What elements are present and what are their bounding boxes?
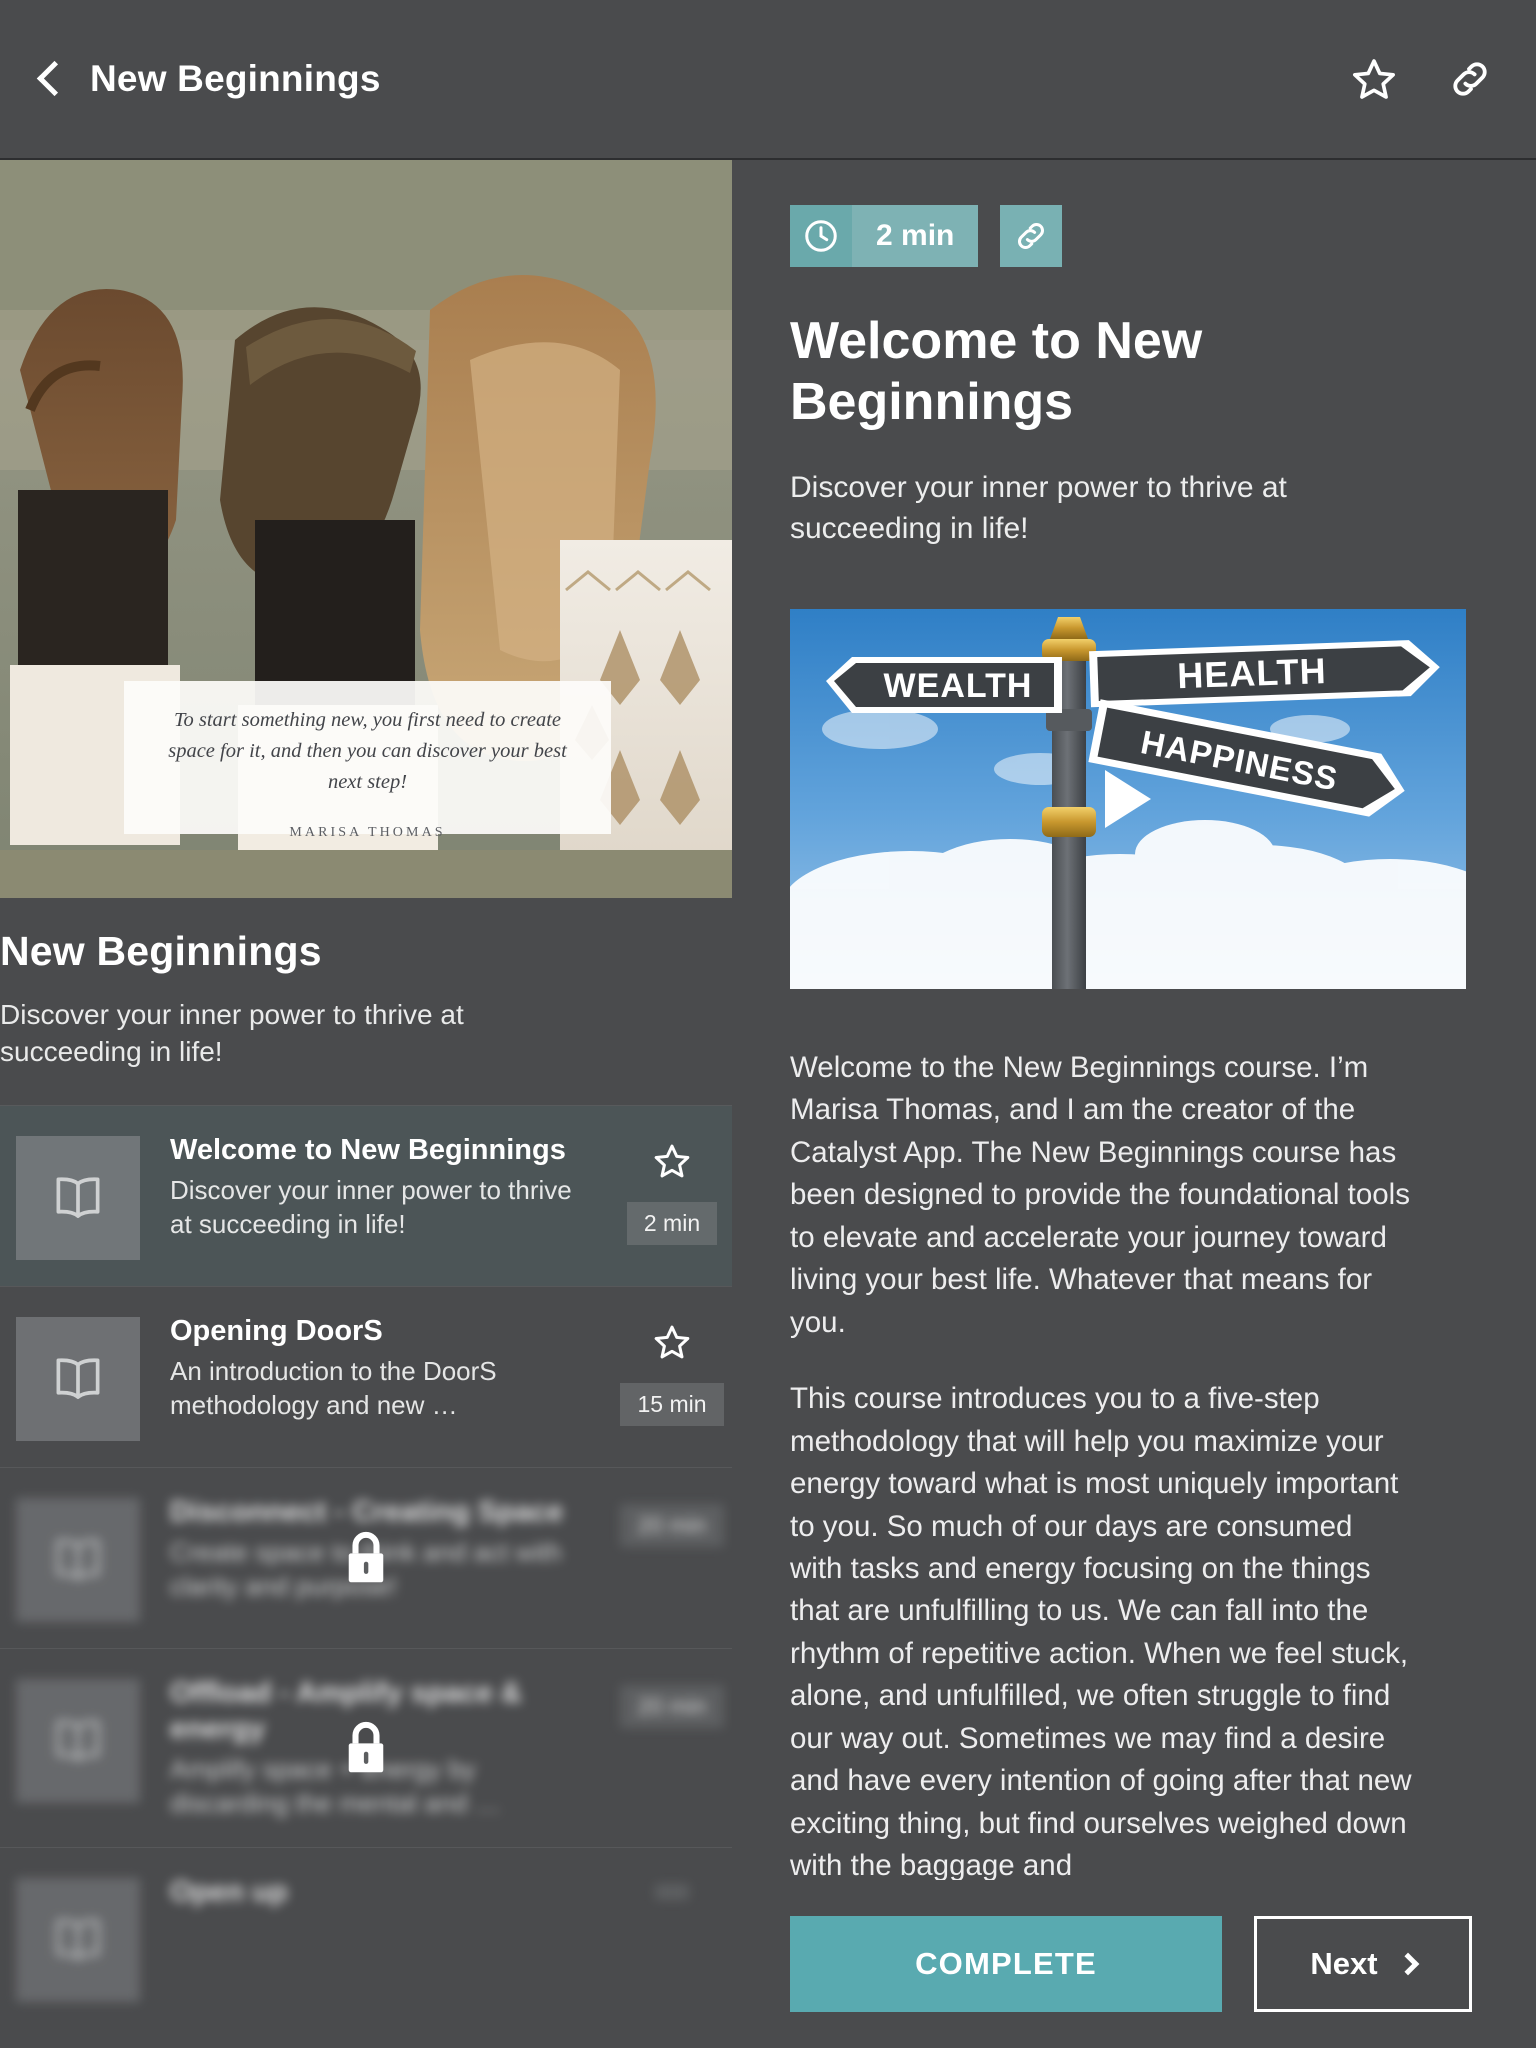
star-outline-icon [1353,59,1395,99]
clock-icon-box [790,205,852,267]
lesson-list-item-locked[interactable]: Offload - Amplify space & energy Amplify… [0,1647,732,1847]
lesson-thumbnail [16,1135,140,1260]
link-icon [1018,223,1045,249]
book-icon [56,1358,100,1399]
lesson-name: Open up [170,1876,288,1908]
hero-quote-text: To start something new, you first need t… [168,709,567,794]
lesson-duration-pill: 2 min [790,205,979,267]
lesson-name: Offload - Amplify space & energy [170,1676,522,1746]
lesson-duration-badge: 15 min [620,1382,724,1426]
lesson-thumbnail [16,1878,140,2002]
lesson-duration-badge: 2 min [626,1201,718,1245]
book-icon [56,1720,100,1761]
hero-quote-card: To start something new, you first need t… [124,681,611,840]
favorite-button[interactable] [1348,53,1400,105]
lesson-paragraph: Welcome to the New Beginnings course. I’… [790,1050,1410,1339]
link-icon [1453,62,1487,96]
complete-button[interactable]: COMPLETE [790,1916,1222,2012]
page-title: New Beginnings [90,58,381,99]
book-icon [56,1539,100,1580]
lesson-name: Welcome to New Beginnings [170,1133,566,1166]
next-button[interactable]: Next [1254,1916,1472,2012]
lesson-description: Discover your inner power to thrive at s… [170,1175,572,1239]
top-app-bar: New Beginnings [0,0,1536,160]
lesson-list-item[interactable]: Opening DoorS An introduction to the Doo… [0,1285,732,1467]
course-sidebar[interactable]: To start something new, you first need t… [0,160,732,2048]
course-summary: New Beginnings Discover your inner power… [0,898,732,1071]
back-button[interactable] [34,56,68,102]
lesson-list-item[interactable]: Welcome to New Beginnings Discover your … [0,1104,732,1286]
content-area: To start something new, you first need t… [0,160,1536,2048]
lesson-thumbnail [16,1497,140,1622]
lesson-duration-value: 2 min [852,205,979,267]
book-icon [56,1919,100,1961]
lesson-paragraph: This course introduces you to a five-ste… [790,1382,1412,1883]
lesson-list: Welcome to New Beginnings Discover your … [0,1104,732,2028]
lesson-duration-badge [655,1884,689,1900]
sign-health-label: HEALTH [1177,650,1328,696]
lesson-duration-badge: 20 min [620,1503,724,1547]
play-icon[interactable] [1105,769,1151,828]
lesson-list-item-locked[interactable]: Open up [0,1847,732,2028]
course-title: New Beginnings [0,928,322,974]
lesson-description: Amplify space + energy by discarding the… [170,1754,501,1819]
lesson-lede: Discover your inner power to thrive at s… [790,470,1287,545]
lesson-list-item-locked[interactable]: Disconnect - Creating Space Create space… [0,1466,732,1648]
lesson-detail-pane: 2 min Welcome to New Beginnings Discover… [732,160,1536,2048]
lesson-thumbnail [16,1678,140,1803]
hero-quote-author: MARISA THOMAS [289,825,446,841]
course-subtitle: Discover your inner power to thrive at s… [0,999,464,1067]
lesson-body: Welcome to the New Beginnings course. I’… [790,1047,1412,1888]
top-bar-actions [1348,53,1496,105]
next-button-label: Next [1310,1946,1378,1981]
share-link-button[interactable] [1444,53,1496,105]
lesson-description: Create space to think and act with clari… [170,1537,562,1601]
course-hero-image: To start something new, you first need t… [0,160,732,898]
lesson-thumbnail [16,1316,140,1441]
lesson-name: Opening DoorS [170,1314,383,1347]
sign-wealth-label: WEALTH [884,667,1033,705]
lesson-share-button[interactable] [1000,205,1063,267]
lesson-duration-badge: 20 min [620,1684,724,1728]
book-icon [56,1177,100,1218]
course-lesson-screen: New Beginnings To start something new, y… [0,0,1536,2048]
star-outline-icon[interactable] [652,1323,692,1361]
star-outline-icon[interactable] [652,1142,692,1180]
lesson-name: Disconnect - Creating Space [170,1495,564,1528]
lesson-description: An introduction to the DoorS methodology… [170,1356,497,1420]
lesson-title: Welcome to New Beginnings [790,312,1203,431]
chevron-right-icon [1396,1952,1419,1976]
lesson-meta-row: 2 min [790,205,1484,267]
lesson-footer-actions: COMPLETE Next [732,1880,1536,2048]
clock-icon [805,220,837,252]
lesson-video-player[interactable]: WEALTH HEALTH HAPPINESS [790,608,1466,989]
